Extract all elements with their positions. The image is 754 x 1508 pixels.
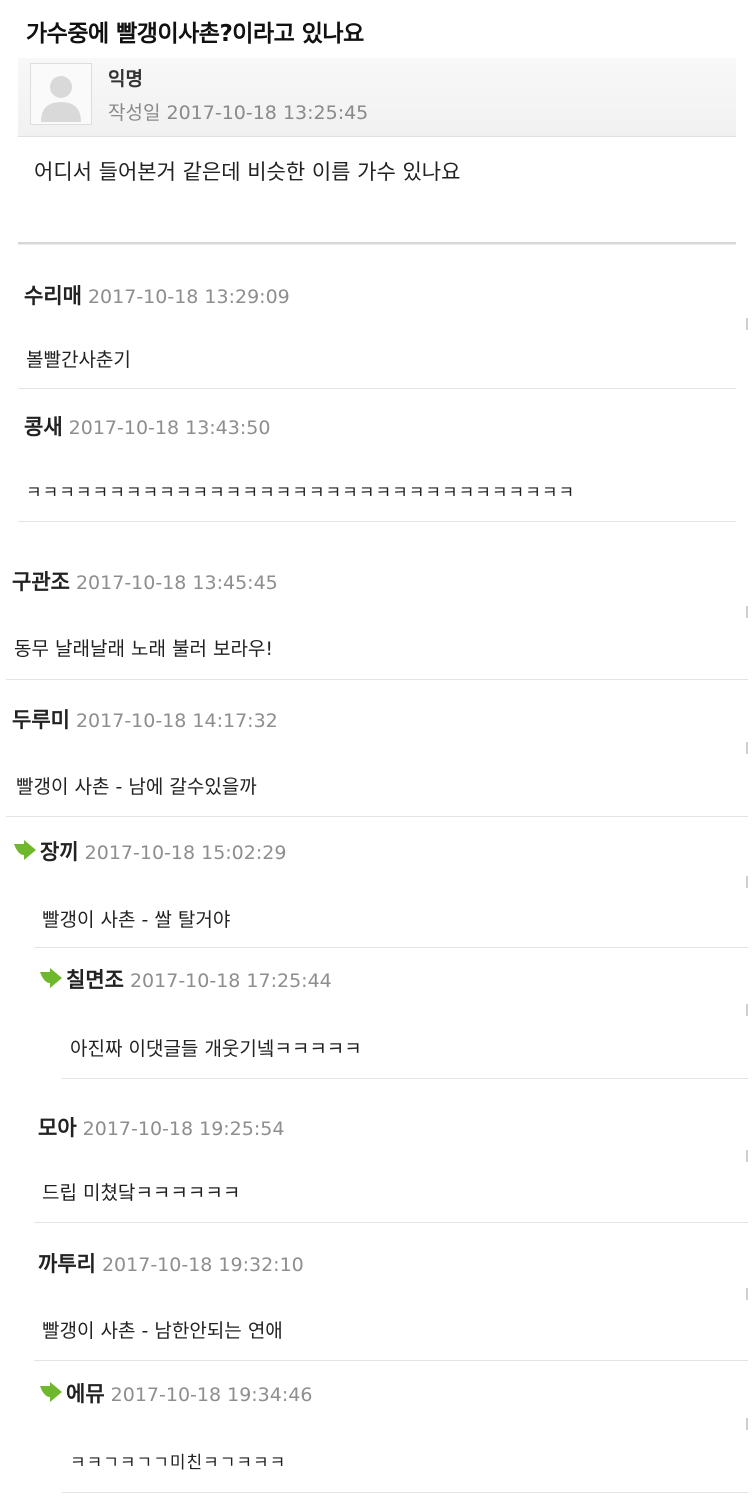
comment-divider — [62, 1492, 748, 1493]
comment-nick[interactable]: 수리매 — [24, 284, 82, 308]
comment-text: 빨갱이 사촌 - 남한안되는 연애 — [42, 1320, 283, 1342]
comment-date: 2017-10-18 14:17:32 — [75, 710, 278, 732]
comment-nick[interactable]: 콩새 — [24, 415, 63, 439]
edge-mark — [746, 1150, 748, 1162]
comment-divider — [18, 388, 736, 389]
comment-divider — [62, 1078, 748, 1079]
edge-mark — [746, 1418, 748, 1430]
comment-date: 2017-10-18 13:29:09 — [87, 286, 290, 308]
comment-text: 빨갱이 사촌 - 쌀 탈거야 — [42, 909, 231, 931]
comment-date: 2017-10-18 19:25:54 — [82, 1118, 285, 1140]
author-name[interactable]: 익명 — [108, 64, 143, 91]
comment-date: 2017-10-18 17:25:44 — [129, 970, 332, 992]
comment-divider — [34, 947, 748, 948]
comment-divider — [6, 816, 748, 817]
comment-nick[interactable]: 에뮤 — [66, 1382, 105, 1406]
comment-text: ㅋㅋㅋㅋㅋㅋㅋㅋㅋㅋㅋㅋㅋㅋㅋㅋㅋㅋㅋㅋㅋㅋㅋㅋㅋㅋㅋㅋㅋㅋㅋㅋㅋ — [26, 483, 576, 503]
avatar[interactable] — [30, 63, 92, 125]
comment-divider — [6, 679, 748, 680]
comment-text: 아진짜 이댓글들 개웃기넼ㅋㅋㅋㅋㅋ — [70, 1038, 362, 1060]
comment-nick[interactable]: 까투리 — [38, 1252, 96, 1276]
edge-mark — [746, 1288, 748, 1300]
comment-nick[interactable]: 칠면조 — [66, 968, 124, 992]
comment-date: 2017-10-18 15:02:29 — [84, 842, 287, 864]
post-date: 작성일 2017-10-18 13:25:45 — [108, 102, 369, 124]
comment-date: 2017-10-18 13:45:45 — [75, 572, 278, 594]
comment-date: 2017-10-18 19:34:46 — [110, 1384, 313, 1406]
reply-arrow-icon — [40, 1382, 62, 1402]
edge-mark — [746, 742, 748, 754]
post-separator — [18, 242, 736, 245]
comment-divider — [34, 1360, 748, 1361]
edge-mark — [746, 318, 748, 330]
reply-arrow-icon — [40, 968, 62, 988]
comment-text: 동무 날래날래 노래 불러 보라우! — [14, 638, 274, 660]
comment-date: 2017-10-18 13:43:50 — [68, 417, 271, 439]
comment-text: 볼빨간사춘기 — [26, 349, 131, 371]
comment-nick[interactable]: 모아 — [38, 1116, 77, 1140]
comment-divider — [34, 1222, 748, 1223]
comment-divider — [18, 521, 736, 522]
avatar-placeholder-icon — [31, 64, 91, 124]
comment-text: 빨갱이 사촌 - 남에 갈수있을까 — [16, 776, 257, 798]
edge-mark — [746, 876, 748, 888]
comment-date: 2017-10-18 19:32:10 — [101, 1254, 304, 1276]
post-title: 가수중에 빨갱이사촌?이라고 있나요 — [26, 21, 364, 47]
comment-nick[interactable]: 두루미 — [12, 708, 70, 732]
edge-mark — [746, 606, 748, 618]
reply-arrow-icon — [14, 840, 36, 860]
comment-text: 드립 미쳤닼ㅋㅋㅋㅋㅋㅋ — [42, 1182, 241, 1204]
author-box: 익명 작성일 2017-10-18 13:25:45 — [18, 58, 736, 137]
post-body: 어디서 들어본거 같은데 비슷한 이름 가수 있나요 — [34, 160, 461, 184]
comment-nick[interactable]: 구관조 — [12, 570, 70, 594]
comment-nick[interactable]: 장끼 — [40, 840, 79, 864]
comment-text: ㅋㅋㄱㅋㄱㄱ미친ㅋㄱㅋㅋㅋ — [70, 1453, 287, 1473]
edge-mark — [746, 1004, 748, 1016]
